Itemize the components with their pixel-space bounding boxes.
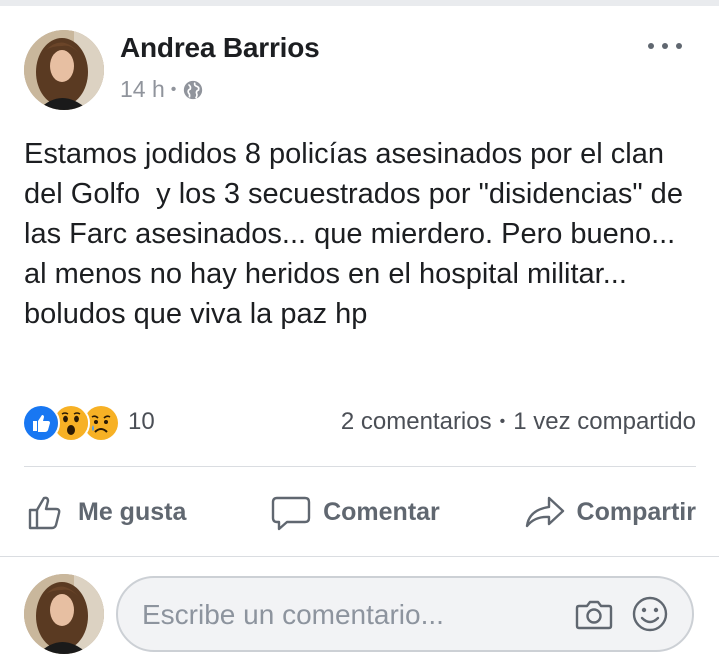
- author-name[interactable]: Andrea Barrios: [120, 32, 320, 64]
- like-label: Me gusta: [78, 497, 187, 526]
- emoji-icon[interactable]: [630, 594, 670, 634]
- top-strip: [0, 0, 719, 6]
- share-button[interactable]: Compartir: [523, 486, 696, 538]
- thumbs-up-icon: [24, 490, 68, 534]
- comment-label: Comentar: [323, 497, 440, 526]
- comment-button[interactable]: Comentar: [269, 486, 440, 538]
- engagement-counts: 2 comentarios • 1 vez compartido: [341, 408, 696, 436]
- reaction-icons[interactable]: [22, 404, 120, 442]
- globe-icon: [182, 79, 204, 101]
- comment-icon: [269, 490, 313, 534]
- post-text: Estamos jodidos 8 policías asesinados po…: [24, 138, 692, 330]
- action-bar: Me gusta Comentar Compartir: [24, 486, 696, 538]
- comment-composer: [24, 574, 696, 654]
- like-button[interactable]: Me gusta: [24, 486, 186, 538]
- divider: [24, 466, 696, 467]
- user-avatar[interactable]: [24, 574, 104, 654]
- comment-box: [116, 576, 694, 652]
- post-header: Andrea Barrios 14 h •: [24, 30, 696, 110]
- meta-separator: •: [170, 80, 177, 98]
- avatar-image: [24, 30, 104, 110]
- post-time[interactable]: 14 h: [120, 76, 165, 103]
- share-count[interactable]: 1 vez compartido: [513, 408, 696, 436]
- share-icon: [523, 490, 567, 534]
- post-meta: 14 h •: [120, 76, 204, 103]
- comment-count[interactable]: 2 comentarios: [341, 408, 492, 436]
- counts-separator: •: [499, 413, 506, 430]
- camera-icon[interactable]: [574, 594, 614, 634]
- divider: [0, 556, 719, 557]
- reaction-count[interactable]: 10: [128, 408, 155, 436]
- share-label: Compartir: [576, 497, 696, 526]
- comment-input[interactable]: [140, 590, 544, 640]
- reactions-row: 10 2 comentarios • 1 vez compartido: [22, 404, 696, 442]
- avatar-image: [24, 574, 104, 654]
- more-options-icon[interactable]: [648, 40, 682, 52]
- author-avatar[interactable]: [24, 30, 104, 110]
- like-icon: [22, 404, 60, 442]
